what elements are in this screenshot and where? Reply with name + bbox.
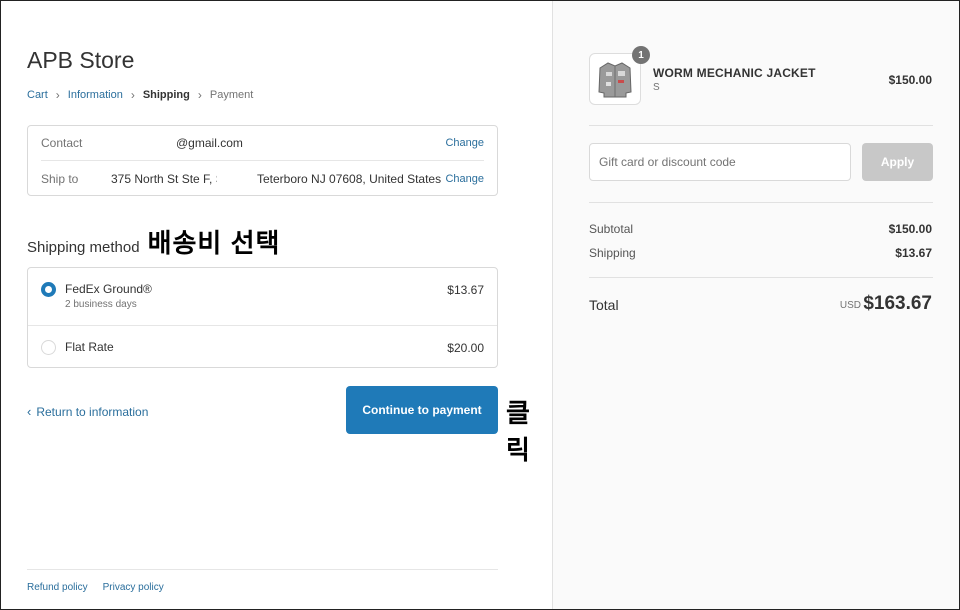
main-panel: APB Store Cart › Information › Shipping … [1, 1, 552, 609]
shipping-cost-value: $13.67 [895, 246, 932, 260]
apply-discount-button[interactable]: Apply [862, 143, 933, 181]
change-shipto-link[interactable]: Change [445, 173, 484, 185]
store-title[interactable]: APB Store [27, 47, 134, 74]
shipping-method-heading: Shipping method 배송비 선택 [27, 223, 280, 260]
chevron-right-icon: › [130, 88, 135, 102]
return-to-information-link[interactable]: ‹ Return to information [27, 404, 148, 419]
order-summary-panel: 1 WORM MECHANIC JACKET S $150.00 Apply S… [552, 1, 959, 609]
quantity-badge: 1 [632, 46, 650, 64]
checkout-window: APB Store Cart › Information › Shipping … [0, 0, 960, 610]
subtotal-label: Subtotal [589, 222, 634, 236]
shipping-option-flat-rate[interactable]: Flat Rate $20.00 [28, 326, 497, 368]
summary-divider [589, 277, 933, 278]
radio-flat-rate[interactable] [41, 340, 56, 355]
summary-divider [589, 125, 933, 126]
review-block: Contact @gmail.com Change Ship to 375 No… [27, 125, 498, 196]
shipping-option-fedex[interactable]: FedEx Ground® 2 business days $13.67 [28, 268, 497, 326]
shipping-option-sub: 2 business days [65, 299, 137, 310]
shipto-address-line: 375 North St Ste F, S [111, 171, 217, 186]
discount-code-input[interactable] [589, 143, 851, 181]
contact-value: @gmail.com [176, 136, 243, 150]
shipping-option-name: FedEx Ground® [65, 282, 152, 296]
jacket-image-icon [598, 62, 632, 98]
shipping-option-price: $13.67 [447, 283, 484, 297]
breadcrumb-shipping: Shipping [142, 89, 190, 101]
product-name: WORM MECHANIC JACKET [653, 66, 816, 80]
shipto-address-city: Teterboro NJ 07608, United States [257, 171, 442, 186]
total-currency: USD [839, 300, 861, 311]
total-label: Total [589, 297, 619, 313]
subtotal-value: $150.00 [888, 222, 932, 236]
continue-to-payment-button[interactable]: Continue to payment [346, 386, 498, 434]
breadcrumb-information[interactable]: Information [68, 89, 123, 101]
contact-label: Contact [41, 136, 83, 150]
shipping-cost-label: Shipping [589, 246, 636, 260]
chevron-right-icon: › [55, 88, 60, 102]
breadcrumb: Cart › Information › Shipping › Payment [27, 88, 253, 102]
shipto-label: Ship to [41, 171, 79, 186]
change-contact-link[interactable]: Change [445, 137, 484, 149]
shipping-method-title: Shipping method [27, 239, 140, 256]
shipping-option-name: Flat Rate [65, 340, 114, 354]
annotation-click: 클릭 [506, 398, 530, 465]
chevron-right-icon: › [197, 88, 202, 102]
refund-policy-link[interactable]: Refund policy [27, 582, 88, 593]
product-variant: S [653, 82, 660, 93]
breadcrumb-payment: Payment [209, 89, 254, 101]
privacy-policy-link[interactable]: Privacy policy [103, 582, 164, 593]
annotation-select-shipping: 배송비 선택 [147, 228, 281, 258]
shipping-option-price: $20.00 [447, 341, 484, 355]
summary-divider [589, 202, 933, 203]
breadcrumb-cart[interactable]: Cart [27, 89, 48, 101]
chevron-left-icon: ‹ [27, 404, 32, 419]
product-price: $150.00 [888, 73, 932, 87]
footer-divider [27, 569, 498, 570]
return-link-label: Return to information [36, 404, 149, 419]
shipto-row: Ship to 375 North St Ste F, S Teterboro … [41, 161, 484, 196]
radio-fedex-ground[interactable] [41, 282, 56, 297]
total-value: $163.67 [863, 293, 932, 314]
contact-row: Contact @gmail.com Change [41, 126, 484, 161]
shipping-options: FedEx Ground® 2 business days $13.67 Fla… [27, 267, 498, 368]
footer-links: Refund policy Privacy policy [27, 582, 179, 593]
